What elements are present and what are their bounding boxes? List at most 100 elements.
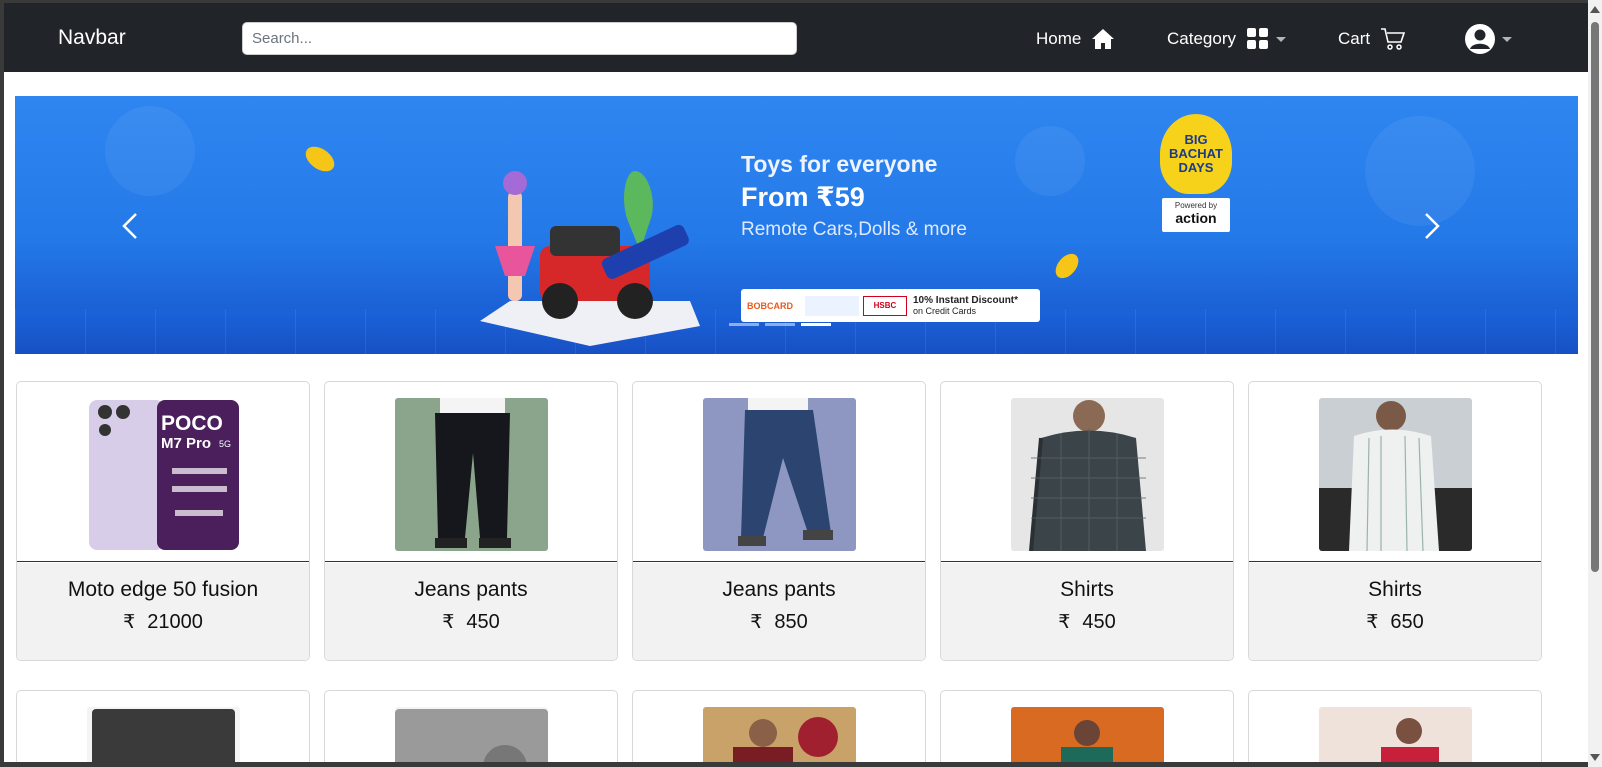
rupee-icon: ₹ [750, 612, 763, 633]
product-name: Moto edge 50 fusion [67, 578, 259, 601]
nav-category-dropdown[interactable]: Category [1167, 23, 1286, 55]
chevron-down-icon [1275, 36, 1286, 42]
user-avatar-icon [1465, 24, 1495, 54]
vertical-scrollbar[interactable] [1588, 0, 1602, 767]
product-price: ₹21000 [17, 611, 309, 634]
bank-offer-strip: BOBCARD HSBC 10% Instant Discount* on Cr… [741, 289, 1040, 322]
product-image [1011, 707, 1164, 762]
product-price: ₹650 [1249, 611, 1541, 634]
product-price-value: 21000 [147, 611, 203, 633]
product-image [703, 398, 856, 551]
bank-logo [805, 295, 859, 316]
nav-cart[interactable]: Cart [1338, 23, 1406, 55]
product-image-area [1249, 382, 1541, 562]
product-info: Shirts ₹650 [1249, 563, 1541, 660]
rupee-icon: ₹ [1058, 612, 1071, 633]
product-price: ₹450 [941, 611, 1233, 634]
banner-price: From ₹59 [741, 182, 865, 212]
product-card[interactable]: Shirts ₹450 [940, 381, 1234, 661]
chevron-right-icon [1425, 213, 1440, 239]
carousel-next-button[interactable] [1416, 206, 1446, 246]
logo-line-3: DAYS [1178, 160, 1214, 175]
product-card[interactable]: Jeans pants ₹450 [324, 381, 618, 661]
product-card[interactable]: Shirts ₹650 [1248, 381, 1542, 661]
carousel-indicator-active[interactable] [801, 323, 831, 326]
product-info: Moto edge 50 fusion ₹21000 [17, 563, 309, 660]
product-price: ₹850 [633, 611, 925, 634]
home-icon [1092, 29, 1115, 49]
logo-line-2: BACHAT [1169, 146, 1223, 161]
offer-sub: on Credit Cards [913, 305, 977, 316]
offer-main: 10% Instant Discount* [913, 294, 1019, 306]
product-image [395, 707, 548, 762]
product-price-value: 450 [466, 611, 500, 633]
product-image [395, 398, 548, 551]
bokeh-decoration [105, 106, 195, 196]
big-bachat-days-logo: BIG BACHAT DAYS Powered by action [1160, 114, 1232, 234]
powered-by-label: Powered by [1174, 201, 1218, 210]
promo-carousel: Toys for everyone From ₹59 Remote Cars,D… [15, 96, 1578, 354]
product-card[interactable]: Jeans pants ₹850 [632, 381, 926, 661]
nav-cart-label: Cart [1338, 29, 1371, 48]
product-price: ₹450 [325, 611, 617, 634]
product-image [1011, 398, 1164, 551]
scroll-up-arrow-icon[interactable] [1590, 6, 1600, 13]
product-name: Jeans pants [722, 578, 836, 601]
phone-brand-text: POCO [161, 412, 223, 435]
carousel-prev-button[interactable] [116, 206, 146, 246]
banner-title: Toys for everyone [741, 151, 938, 177]
nav-home-label: Home [1036, 29, 1082, 48]
product-image-area [633, 382, 925, 562]
logo-line-1: BIG [1184, 132, 1208, 147]
product-info: Jeans pants ₹850 [633, 563, 925, 660]
phone-model-text: M7 Pro [161, 435, 211, 452]
product-card[interactable] [632, 690, 926, 762]
coin-icon [1055, 253, 1079, 279]
search-input[interactable] [242, 22, 797, 55]
toys-illustration [480, 171, 700, 346]
logo-badge: BIG BACHAT DAYS [1160, 114, 1232, 194]
cart-icon [1381, 28, 1406, 50]
product-image [87, 707, 240, 762]
product-price-value: 450 [1082, 611, 1116, 633]
bank-logo-hsbc: HSBC [863, 295, 907, 316]
banner-subtitle: Remote Cars,Dolls & more [741, 219, 967, 240]
product-price-value: 850 [774, 611, 808, 633]
grid-icon [1246, 28, 1268, 49]
carousel-indicator[interactable] [729, 323, 759, 326]
navbar-brand[interactable]: Navbar [58, 26, 126, 50]
powered-by-box: Powered by action [1162, 198, 1230, 232]
product-image [1319, 398, 1472, 551]
chevron-left-icon [122, 213, 137, 239]
carousel-indicator[interactable] [765, 323, 795, 326]
product-name: Jeans pants [414, 578, 528, 601]
product-info: Jeans pants ₹450 [325, 563, 617, 660]
chevron-down-icon [1502, 36, 1512, 42]
page-frame: Navbar Home Category Cart [4, 3, 1588, 762]
user-menu-dropdown[interactable] [1464, 23, 1512, 55]
product-name: Shirts [1368, 578, 1422, 601]
rupee-icon: ₹ [442, 612, 455, 633]
product-card[interactable]: POCO M7 Pro 5G Moto edge 50 fusion ₹2100… [16, 381, 310, 661]
scroll-down-arrow-icon[interactable] [1590, 754, 1600, 761]
product-card[interactable] [940, 690, 1234, 762]
product-name: Shirts [1060, 578, 1114, 601]
nav-home[interactable]: Home [1036, 23, 1115, 55]
product-image-area [941, 382, 1233, 562]
product-price-value: 650 [1390, 611, 1424, 633]
nav-category-label: Category [1167, 29, 1236, 48]
product-image [703, 707, 856, 762]
phone-tag-text: 5G [219, 439, 231, 449]
product-image [1319, 707, 1472, 762]
offer-text: 10% Instant Discount* on Credit Cards [913, 295, 1018, 317]
product-card[interactable] [324, 690, 618, 762]
product-card[interactable] [16, 690, 310, 762]
scrollbar-thumb[interactable] [1591, 22, 1599, 572]
product-image-area [325, 382, 617, 562]
product-card[interactable] [1248, 690, 1542, 762]
rupee-icon: ₹ [123, 612, 136, 633]
bank-logo-bobcard: BOBCARD [747, 300, 793, 311]
bokeh-decoration [1015, 126, 1085, 196]
product-image: POCO M7 Pro 5G [87, 398, 240, 551]
product-info: Shirts ₹450 [941, 563, 1233, 660]
